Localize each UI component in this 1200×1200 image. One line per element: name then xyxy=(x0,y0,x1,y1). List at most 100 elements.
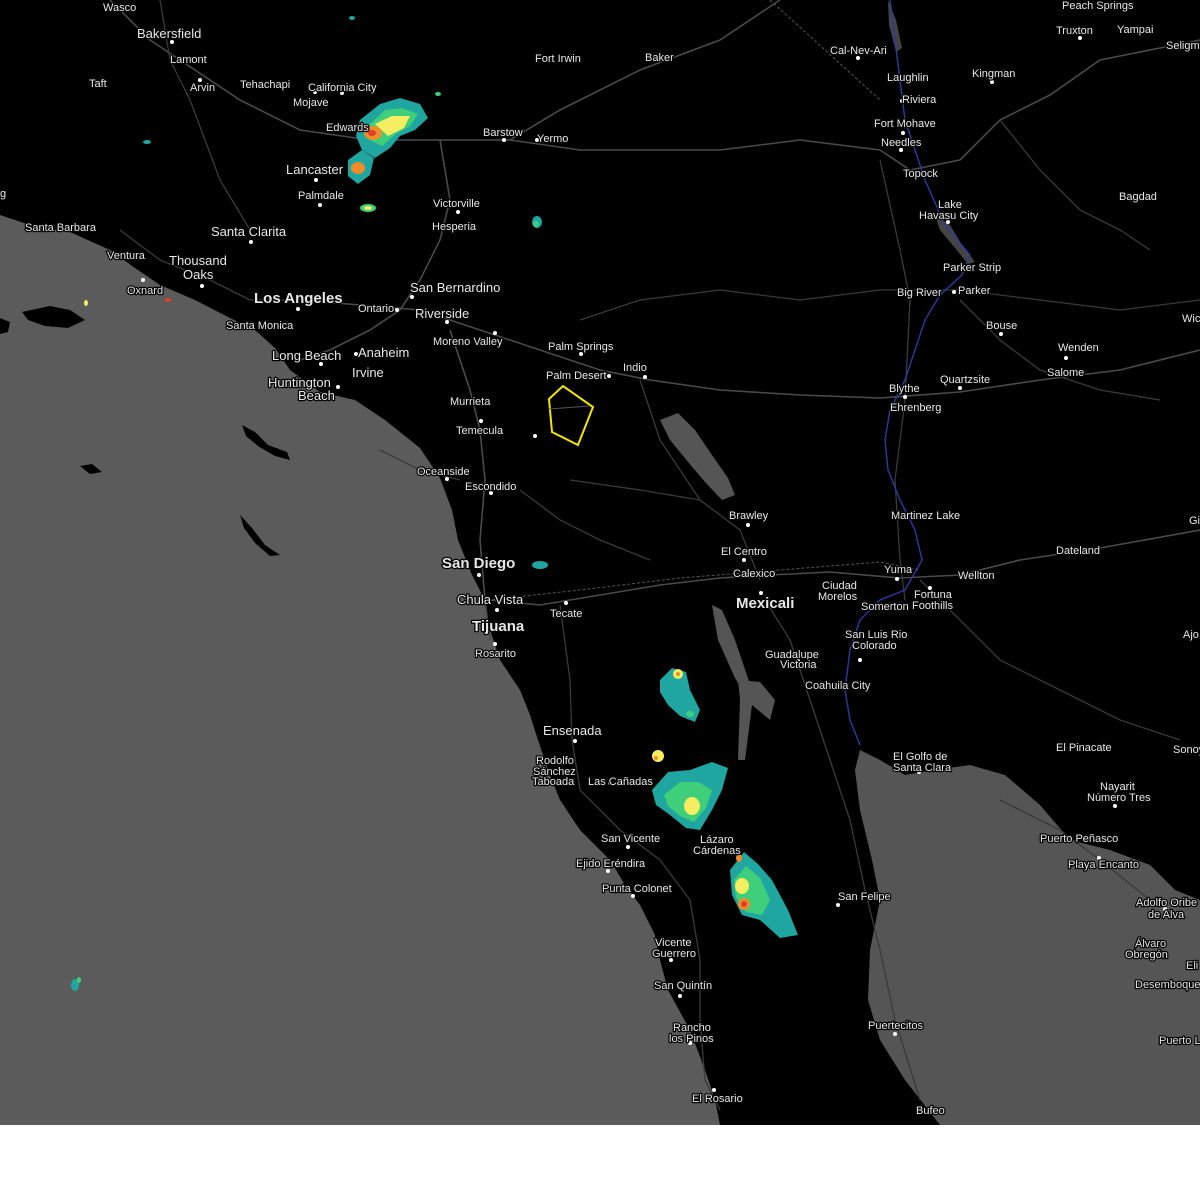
place-label: Gi xyxy=(1189,515,1200,527)
radar-echo xyxy=(532,561,548,569)
place-label: Guerrero xyxy=(652,948,696,960)
place-label: Puerto L xyxy=(1159,1035,1200,1047)
place-label: Fort Mohave xyxy=(874,118,936,130)
place-label: Somerton xyxy=(861,601,909,613)
place-label: Wasco xyxy=(103,2,136,14)
place-label: Palmdale xyxy=(298,190,344,202)
place-label: Tehachapi xyxy=(240,79,290,91)
place-label: Quartzsite xyxy=(940,374,990,386)
place-label: Havasu City xyxy=(919,210,979,222)
radar-echo xyxy=(735,878,749,894)
place-label: Blythe xyxy=(889,383,920,395)
place-label: Coahuila City xyxy=(805,680,871,692)
place-label: Barstow xyxy=(483,127,523,139)
place-label: Kingman xyxy=(972,68,1015,80)
place-label: Punta Colonet xyxy=(602,883,672,895)
place-label: Bufeo xyxy=(916,1105,945,1117)
place-label: Salome xyxy=(1047,367,1084,379)
place-label: Yermo xyxy=(537,133,568,145)
place-label: Victoria xyxy=(780,659,817,671)
place-label: Sonoy xyxy=(1173,744,1200,756)
place-label: Thousand xyxy=(169,253,227,268)
place-label: Riverside xyxy=(415,306,469,321)
place-label: Murrieta xyxy=(450,396,491,408)
place-label: Oxnard xyxy=(127,285,163,297)
radar-echo xyxy=(533,221,539,227)
place-label: Laughlin xyxy=(887,72,929,84)
radar-echo xyxy=(686,711,694,717)
place-label: Palm Springs xyxy=(548,341,614,353)
place-label: Santa Monica xyxy=(226,320,294,332)
place-label: Baker xyxy=(645,52,674,64)
place-label: Oceanside xyxy=(417,466,470,478)
place-label: los Pinos xyxy=(669,1033,714,1045)
radar-echo xyxy=(654,756,658,760)
place-label: San Bernardino xyxy=(410,280,500,295)
place-label: Morelos xyxy=(818,591,858,603)
place-label: Taft xyxy=(89,78,107,90)
radar-echo xyxy=(652,750,664,762)
map-viewport[interactable]: Wasco Bakersfield Lamont Arvin Taft Teha… xyxy=(0,0,1200,1200)
place-label: Puertecitos xyxy=(868,1020,924,1032)
place-label: Ensenada xyxy=(543,723,602,738)
place-label: Lancaster xyxy=(286,162,344,177)
place-label: Tecate xyxy=(550,608,582,620)
place-label: San Diego xyxy=(442,555,515,572)
place-label: Tijuana xyxy=(472,618,525,635)
place-label: Riviera xyxy=(902,94,937,106)
radar-echo xyxy=(676,672,680,676)
place-label: Dateland xyxy=(1056,545,1100,557)
place-label: Edwards xyxy=(326,122,369,134)
place-label: Moreno Valley xyxy=(433,336,503,348)
place-label: Desemboque xyxy=(1135,979,1200,991)
radar-echo xyxy=(143,140,151,144)
place-label: Taboada xyxy=(532,776,575,788)
radar-echo xyxy=(364,206,372,210)
place-label: Wenden xyxy=(1058,342,1099,354)
place-label: Santa Clara xyxy=(893,762,952,774)
place-label: Irvine xyxy=(352,365,384,380)
place-label: Wellton xyxy=(958,570,994,582)
place-label: Oaks xyxy=(183,267,214,282)
radar-map[interactable]: Wasco Bakersfield Lamont Arvin Taft Teha… xyxy=(0,0,1200,1125)
place-label: Victorville xyxy=(433,198,480,210)
place-label: Mojave xyxy=(293,97,328,109)
place-label: Obregón xyxy=(1125,949,1168,961)
place-label: Big River xyxy=(897,287,942,299)
place-label: Topock xyxy=(903,168,938,180)
place-label: Needles xyxy=(881,137,922,149)
place-label: Beach xyxy=(298,388,335,403)
place-label: Wic xyxy=(1182,313,1200,325)
place-label: Playa Encanto xyxy=(1068,859,1139,871)
place-label: Yuma xyxy=(884,564,913,576)
radar-echo xyxy=(435,92,441,96)
radar-echo xyxy=(741,901,747,907)
place-label: Brawley xyxy=(729,510,769,522)
place-label: Rosarito xyxy=(475,648,516,660)
radar-echo xyxy=(351,162,365,174)
place-label: Ejido Eréndira xyxy=(576,858,646,870)
place-label: Temecula xyxy=(456,425,504,437)
place-label: California City xyxy=(308,82,377,94)
radar-echo xyxy=(77,977,81,983)
place-label: Bakersfield xyxy=(137,26,201,41)
place-label: Santa Clarita xyxy=(211,224,287,239)
place-label: Cárdenas xyxy=(693,845,741,857)
place-label: Los Angeles xyxy=(254,290,343,307)
place-label: El Pinacate xyxy=(1056,742,1112,754)
place-label: Parker xyxy=(958,285,991,297)
place-label: Adolfo Oribe xyxy=(1136,897,1197,909)
place-label: Truxton xyxy=(1056,25,1093,37)
place-label: Yampai xyxy=(1117,24,1153,36)
place-label: San Felipe xyxy=(838,891,891,903)
place-label: Colorado xyxy=(852,640,897,652)
place-label: de Alva xyxy=(1148,909,1185,921)
radar-echo xyxy=(165,298,171,302)
place-label: Long Beach xyxy=(272,348,341,363)
place-label: Cal-Nev-Ari xyxy=(830,45,887,57)
radar-echo xyxy=(368,130,376,136)
place-label: Anaheim xyxy=(358,345,409,360)
place-label: Foothills xyxy=(912,600,953,612)
place-label: Puerto Peñasco xyxy=(1040,833,1118,845)
place-label: Mexicali xyxy=(736,595,794,612)
